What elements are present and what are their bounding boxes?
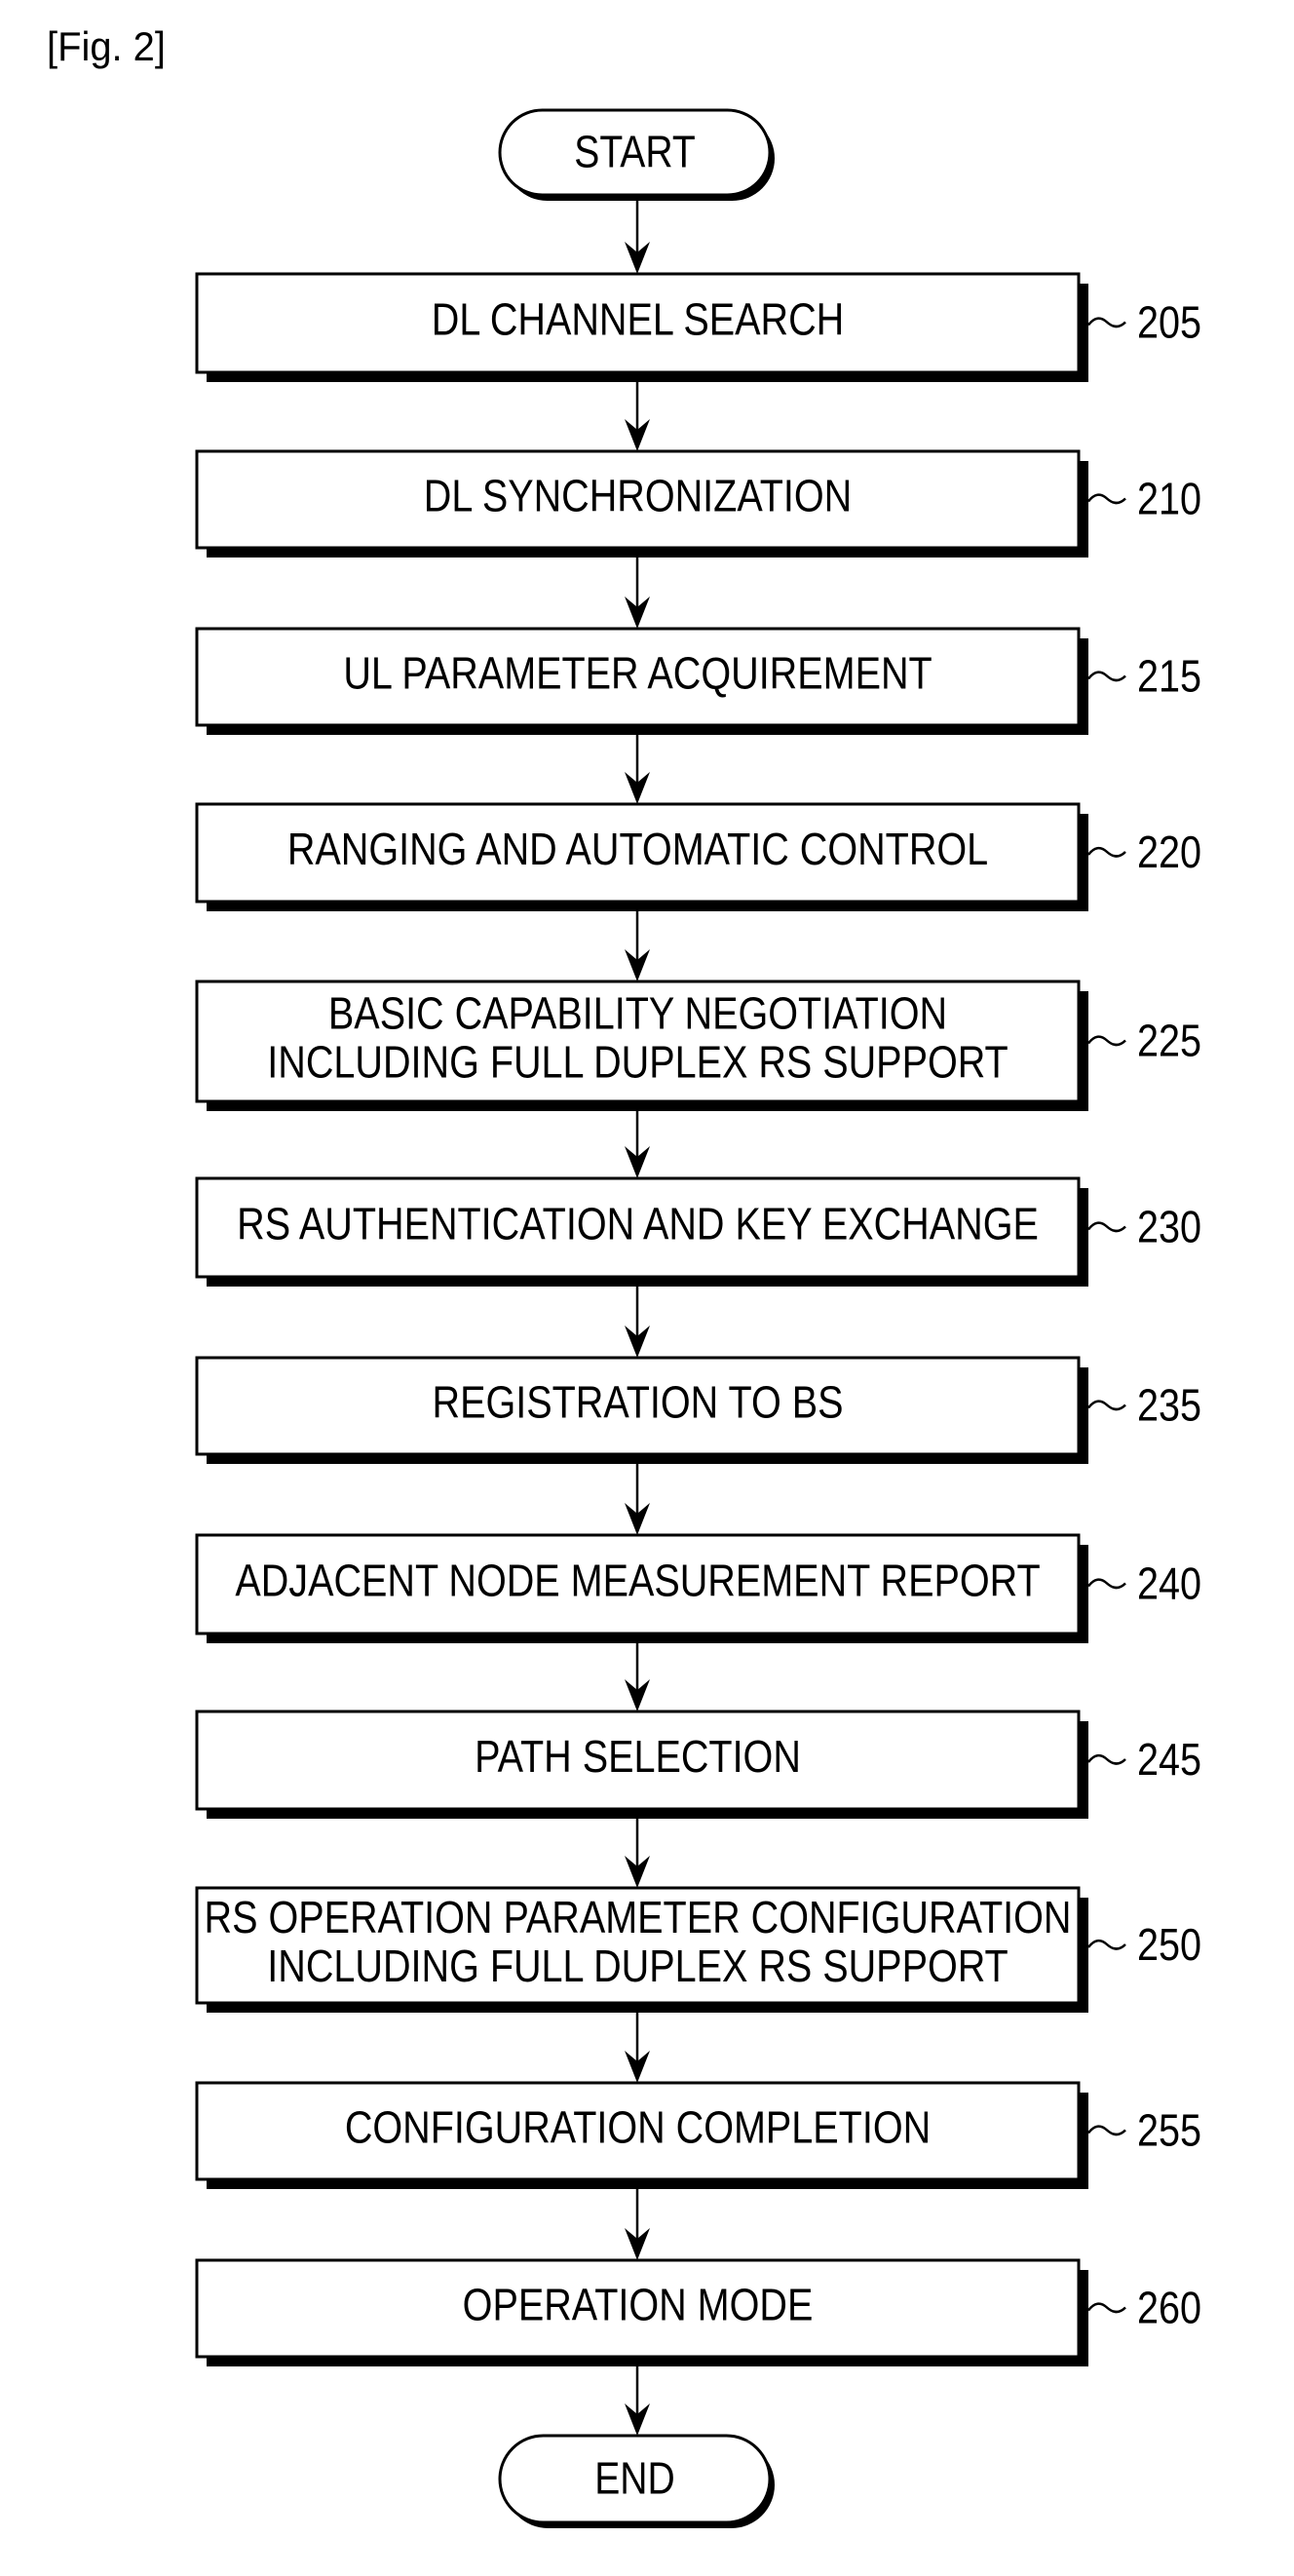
arrow-210-to-215	[625, 557, 650, 629]
reference-tilde-icon	[1087, 2302, 1126, 2314]
process-step-235: REGISTRATION TO BS 235	[195, 1356, 1201, 1464]
process-step-215: UL PARAMETER ACQUIREMENT 215	[195, 627, 1201, 735]
reference-number: 245	[1137, 1735, 1201, 1785]
reference-tilde-icon	[1087, 1035, 1126, 1047]
arrow-250-to-255	[625, 2013, 650, 2083]
arrow-235-to-240	[625, 1464, 650, 1535]
arrow-215-to-220	[625, 735, 650, 804]
start-terminal: START	[498, 108, 775, 201]
arrow-245-to-250	[625, 1819, 650, 1888]
reference-number: 220	[1137, 827, 1201, 877]
arrow-240-to-245	[625, 1643, 650, 1711]
process-step-220: RANGING AND AUTOMATIC CONTROL 220	[195, 802, 1201, 911]
reference-tilde-icon	[1087, 1578, 1126, 1590]
reference-tilde-icon	[1087, 1939, 1126, 1950]
arrow-255-to-260	[625, 2189, 650, 2260]
flowchart: START DL CHANNEL SEARCH 205 DL SYNCHRONIZAT…	[195, 108, 1201, 2528]
reference-number: 255	[1137, 2106, 1201, 2156]
reference-number: 210	[1137, 475, 1201, 524]
reference-tilde-icon	[1087, 1753, 1126, 1765]
reference-tilde-icon	[1087, 1221, 1126, 1233]
arrow-225-to-230	[625, 1111, 650, 1178]
process-step-225: BASIC CAPABILITY NEGOTIATIONINCLUDING FU…	[195, 980, 1201, 1111]
reference-number: 240	[1137, 1559, 1201, 1609]
step-label-line: RANGING AND AUTOMATIC CONTROL	[287, 825, 988, 874]
arrow-230-to-235	[625, 1287, 650, 1358]
step-label-line: CONFIGURATION COMPLETION	[345, 2103, 931, 2153]
step-label-line: ADJACENT NODE MEASUREMENT REPORT	[235, 1557, 1040, 1606]
start-terminal-label: START	[574, 128, 696, 178]
arrow-220-to-225	[625, 911, 650, 981]
reference-tilde-icon	[1087, 493, 1126, 505]
process-step-240: ADJACENT NODE MEASUREMENT REPORT 240	[195, 1533, 1201, 1643]
step-label-line: UL PARAMETER ACQUIREMENT	[343, 649, 932, 699]
reference-number: 205	[1137, 298, 1201, 348]
process-step-255: CONFIGURATION COMPLETION 255	[195, 2081, 1201, 2189]
process-step-230: RS AUTHENTICATION AND KEY EXCHANGE 230	[195, 1176, 1201, 1287]
process-step-205: DL CHANNEL SEARCH 205	[195, 272, 1201, 382]
reference-tilde-icon	[1087, 846, 1126, 858]
process-step-245: PATH SELECTION 245	[195, 1710, 1201, 1819]
reference-number: 260	[1137, 2284, 1201, 2333]
reference-tilde-icon	[1087, 2125, 1126, 2136]
step-label-line: OPERATION MODE	[463, 2281, 814, 2330]
reference-tilde-icon	[1087, 317, 1126, 328]
process-step-260: OPERATION MODE 260	[195, 2258, 1201, 2366]
reference-number: 235	[1137, 1381, 1201, 1431]
step-label-line: BASIC CAPABILITY NEGOTIATION	[328, 989, 947, 1039]
step-label-line: RS AUTHENTICATION AND KEY EXCHANGE	[237, 1200, 1039, 1250]
process-step-250: RS OPERATION PARAMETER CONFIGURATIONINCL…	[195, 1886, 1201, 2013]
process-step-210: DL SYNCHRONIZATION 210	[195, 449, 1201, 557]
step-label-line: PATH SELECTION	[475, 1732, 801, 1782]
reference-tilde-icon	[1087, 671, 1126, 682]
reference-number: 230	[1137, 1203, 1201, 1252]
step-label-line: RS OPERATION PARAMETER CONFIGURATION	[205, 1893, 1072, 1942]
step-label-line: DL CHANNEL SEARCH	[432, 295, 844, 345]
reference-number: 215	[1137, 652, 1201, 702]
reference-number: 250	[1137, 1920, 1201, 1970]
step-label-line: DL SYNCHRONIZATION	[424, 472, 852, 521]
arrow-205-to-210	[625, 382, 650, 451]
step-label-line: INCLUDING FULL DUPLEX RS SUPPORT	[267, 1942, 1008, 1991]
end-terminal-label: END	[594, 2454, 675, 2505]
reference-tilde-icon	[1087, 1400, 1126, 1411]
step-label-line: REGISTRATION TO BS	[433, 1378, 844, 1428]
arrow-260-to-end	[625, 2366, 650, 2436]
step-label-line: INCLUDING FULL DUPLEX RS SUPPORT	[267, 1038, 1008, 1088]
arrow-start-to-205	[625, 201, 650, 274]
reference-number: 225	[1137, 1017, 1201, 1066]
end-terminal: END	[498, 2434, 775, 2528]
